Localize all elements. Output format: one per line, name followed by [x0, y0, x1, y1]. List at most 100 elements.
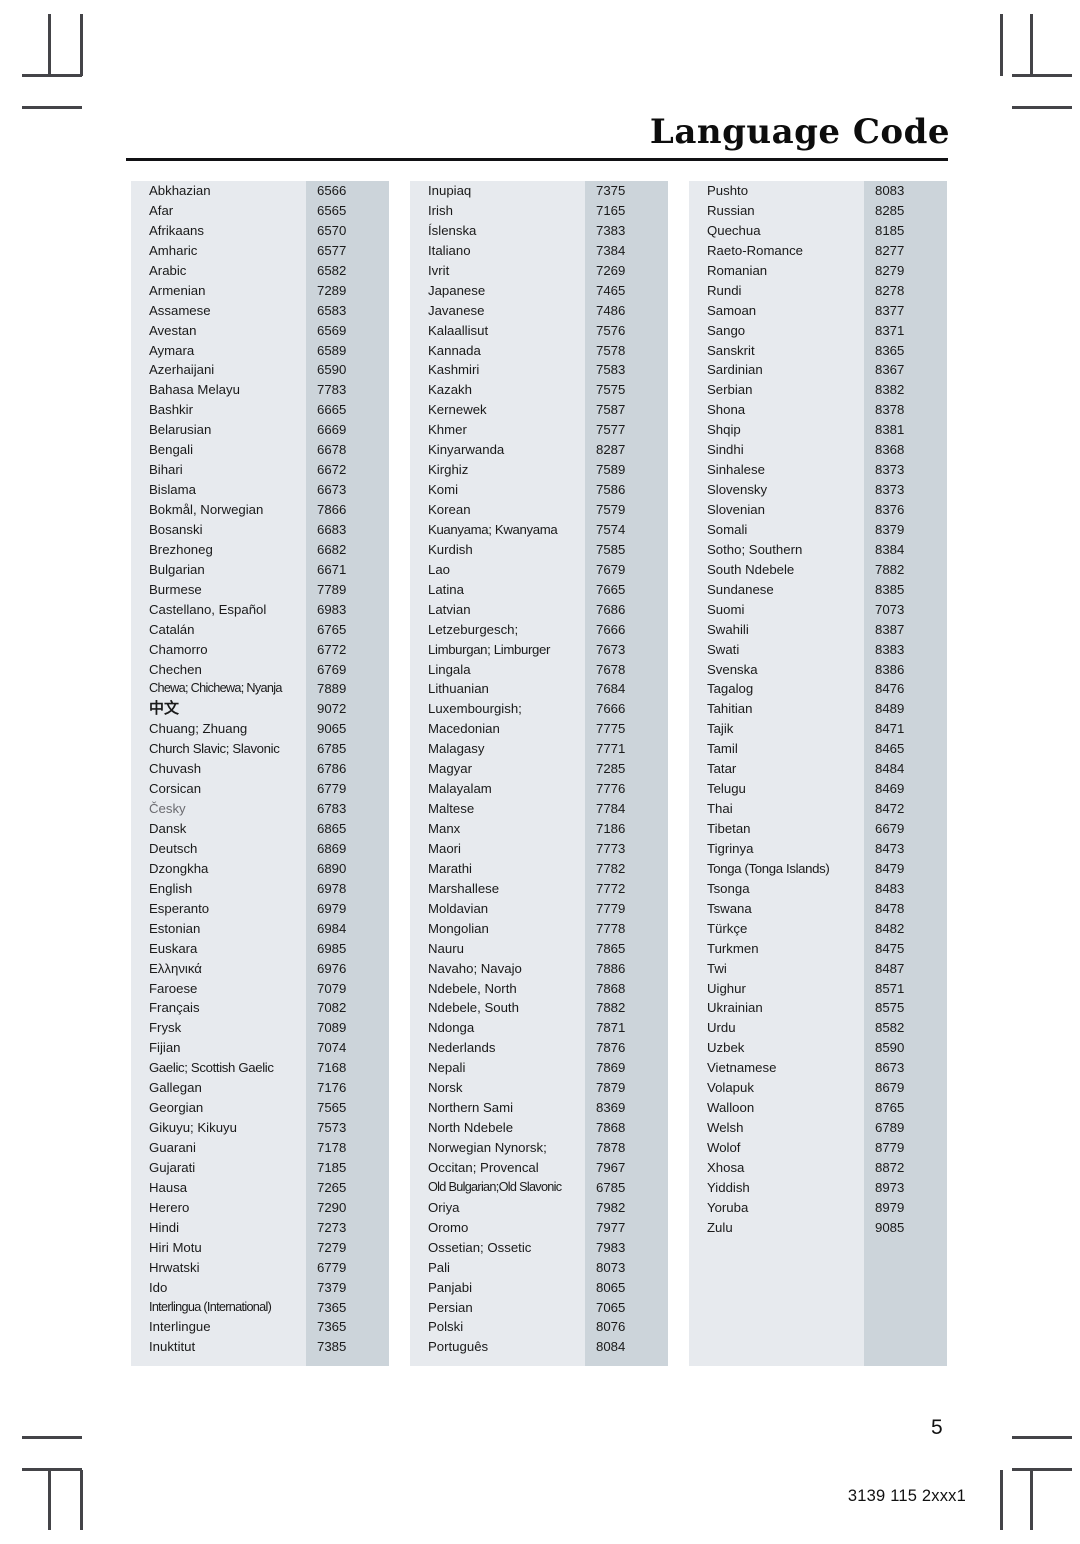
language-name-cell: Swahili: [707, 621, 749, 637]
language-code-cell: 7269: [596, 262, 626, 278]
language-name-cell: Walloon: [707, 1100, 755, 1116]
crop-mark-top-right-horizontal: [1012, 74, 1072, 77]
language-name-cell: Dansk: [149, 821, 187, 836]
language-code-cell: 6785: [596, 1179, 626, 1195]
language-name-cell: Tswana: [707, 900, 752, 916]
language-name-cell: Sindhi: [707, 442, 744, 458]
language-name-cell: Esperanto: [149, 900, 210, 916]
language-name-cell: Türkçe: [707, 920, 748, 936]
language-code-cell: 8277: [875, 242, 905, 258]
language-name-cell: Ndebele, South: [428, 1000, 519, 1016]
language-code-cell: 8076: [596, 1319, 626, 1335]
language-name-column: Inupiaq Irish Íslenska Italiano Ivrit Japanes…: [410, 181, 585, 1366]
language-name-cell: Tahitian: [707, 701, 753, 717]
empty-cell: [875, 1337, 947, 1357]
language-code-cell: 8979: [875, 1199, 905, 1215]
crop-mark-bottom-right-vertical: [1000, 1470, 1003, 1530]
language-code-cell: 7579: [596, 502, 626, 517]
language-code-cell: 8582: [875, 1020, 905, 1036]
language-code-cell: 6890: [317, 860, 347, 876]
language-name-cell: Somali: [707, 521, 748, 537]
language-name-cell: Persian: [428, 1299, 473, 1315]
language-code-cell: 7878: [596, 1140, 626, 1155]
crop-mark-bottom-right-inner-horizontal: [1012, 1436, 1072, 1439]
language-code-cell: 7578: [596, 342, 626, 358]
language-name-cell: Yiddish: [707, 1179, 750, 1195]
language-code-cell: 8369: [596, 1100, 626, 1116]
language-code-cell: 6976: [317, 960, 347, 976]
language-name-cell: Bosanski: [149, 521, 203, 537]
language-name-cell: Oromo: [428, 1219, 469, 1235]
language-name-cell: Kazakh: [428, 382, 472, 398]
language-name-cell: Bashkir: [149, 402, 193, 418]
language-name-cell: Tamil: [707, 741, 738, 757]
title-divider-rule: [126, 158, 948, 161]
language-name-cell: Khmer: [428, 422, 467, 438]
language-name-cell: Yoruba: [707, 1199, 749, 1215]
page-title: Language Code: [649, 112, 950, 152]
language-name-cell: Moldavian: [428, 900, 489, 916]
document-code: 3139 115 2xxx1: [847, 1487, 966, 1505]
language-code-cell: 8765: [875, 1100, 905, 1116]
language-code-cell: 8479: [875, 860, 905, 876]
language-code-cell: 7365: [317, 1319, 347, 1335]
language-code-cell: 9072: [317, 701, 347, 717]
language-code-cell: 6765: [317, 621, 347, 637]
language-name-cell: Tatar: [707, 761, 737, 777]
language-name-cell: Komi: [428, 482, 459, 498]
language-code-table: Abkhazian Afar Afrikaans Amharic Arabic Armen…: [131, 181, 949, 1366]
language-name-cell: Inuktitut: [149, 1339, 196, 1355]
language-code-cell: 6785: [317, 741, 347, 757]
language-code-cell: 6979: [317, 900, 347, 916]
language-name-cell: Fijian: [149, 1040, 181, 1056]
language-code-cell: 7185: [317, 1159, 347, 1175]
language-name-cell: Kirghiz: [428, 462, 469, 478]
language-code-cell: 8487: [875, 960, 905, 976]
crop-mark-top-left-horizontal: [22, 74, 82, 77]
language-code-cell: 7587: [596, 402, 626, 418]
language-code-cell: 7666: [596, 701, 626, 717]
language-code-cell: 8377: [875, 302, 905, 318]
language-code-cell: 7384: [596, 242, 626, 258]
language-name-cell: Kernewek: [428, 402, 487, 418]
language-name-cell: Gallegan: [149, 1080, 202, 1096]
language-code-cell: 8379: [875, 521, 905, 537]
language-code-cell: 8590: [875, 1040, 905, 1056]
language-code-cell: 7666: [596, 621, 626, 637]
language-name-cell: English: [149, 880, 193, 896]
language-name-cell: Ossetian; Ossetic: [428, 1239, 532, 1255]
language-code-cell: 7574: [596, 521, 626, 537]
language-name-cell: Tonga (Tonga Islands): [707, 860, 830, 876]
language-code-cell: 8476: [875, 681, 905, 697]
language-code-cell: 7783: [317, 382, 347, 398]
language-code-column-1: Abkhazian Afar Afrikaans Amharic Arabic Armen…: [131, 181, 389, 1366]
empty-cell: [707, 1298, 864, 1318]
language-name-cell: Interlingua (International): [149, 1299, 272, 1314]
language-code-column: 7375 7165 7383 7384 7269 7465 7486 7576 7578 7583…: [585, 181, 668, 1366]
language-name-cell: Avestan: [149, 322, 197, 338]
language-name-cell: Lao: [428, 561, 451, 577]
language-name-cell: Sanskrit: [707, 342, 755, 358]
language-name-cell: Lingala: [428, 661, 471, 677]
empty-cell: [707, 1317, 864, 1337]
language-code-cell: 7886: [596, 960, 626, 976]
language-name-cell: Italiano: [428, 242, 471, 258]
empty-cell: [875, 1317, 947, 1337]
language-name-cell: Sotho; Southern: [707, 541, 803, 557]
language-code-cell: 7773: [596, 840, 626, 856]
language-code-cell: 7178: [317, 1140, 347, 1155]
language-code-cell: 7684: [596, 681, 626, 697]
language-code-cell: 7876: [596, 1040, 626, 1056]
language-code-cell: 8065: [596, 1279, 626, 1295]
language-code-cell: 7273: [317, 1219, 347, 1235]
language-code-cell: 8384: [875, 541, 905, 557]
language-code-cell: 6683: [317, 521, 347, 537]
language-code-cell: 7186: [596, 821, 626, 836]
language-code-cell: 7290: [317, 1199, 347, 1215]
language-name-cell: Mongolian: [428, 920, 489, 936]
language-name-cell: Kalaallisut: [428, 322, 489, 338]
language-code-cell: 7784: [596, 801, 626, 817]
language-name-cell: Gikuyu; Kikuyu: [149, 1120, 237, 1136]
language-name-cell: Uighur: [707, 980, 746, 996]
language-name-cell: Marathi: [428, 860, 472, 876]
